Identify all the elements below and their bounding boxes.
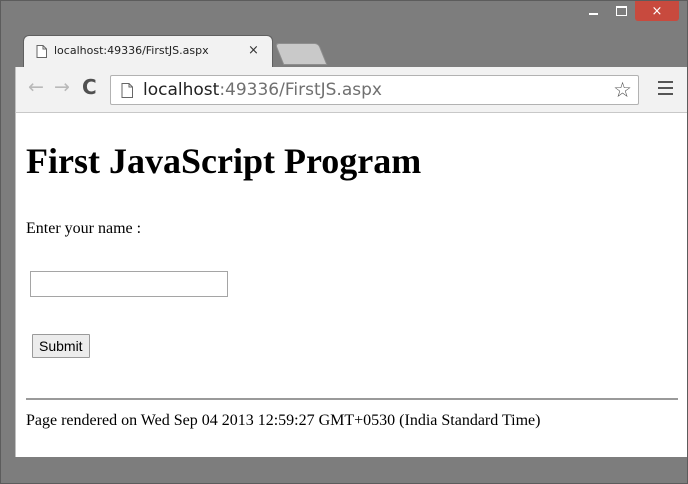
browser-window: × localhost:49336/FirstJS.aspx × ← → C l… bbox=[0, 0, 688, 484]
hamburger-menu-icon[interactable] bbox=[658, 81, 673, 95]
reload-icon[interactable]: C bbox=[82, 76, 97, 98]
address-bar[interactable]: localhost:49336/FirstJS.aspx ☆ bbox=[110, 75, 639, 105]
divider bbox=[26, 398, 678, 400]
maximize-button[interactable] bbox=[607, 1, 635, 21]
bookmark-star-icon[interactable]: ☆ bbox=[613, 78, 632, 102]
close-window-button[interactable]: × bbox=[635, 1, 679, 21]
forward-arrow-icon[interactable]: → bbox=[54, 76, 70, 98]
page-title: First JavaScript Program bbox=[26, 141, 422, 181]
menu-bar bbox=[658, 87, 673, 89]
submit-button[interactable]: Submit bbox=[32, 334, 90, 358]
render-timestamp-text: Page rendered on Wed Sep 04 2013 12:59:2… bbox=[26, 412, 541, 429]
menu-bar bbox=[658, 93, 673, 95]
url-host: localhost bbox=[143, 80, 220, 100]
tab-title: localhost:49336/FirstJS.aspx bbox=[54, 44, 209, 57]
window-controls: × bbox=[579, 1, 679, 23]
url-text: localhost:49336/FirstJS.aspx bbox=[143, 80, 382, 100]
maximize-icon bbox=[615, 6, 627, 16]
name-prompt-label: Enter your name : bbox=[26, 220, 142, 237]
page-icon bbox=[36, 45, 47, 63]
name-input[interactable] bbox=[30, 271, 228, 297]
back-arrow-icon[interactable]: ← bbox=[28, 76, 44, 98]
tab-close-icon[interactable]: × bbox=[248, 43, 259, 58]
minimize-icon bbox=[588, 13, 598, 15]
new-tab-button[interactable] bbox=[274, 43, 328, 65]
minimize-button[interactable] bbox=[579, 1, 607, 21]
page-content: First JavaScript Program Enter your name… bbox=[15, 113, 687, 457]
tab-firstjs[interactable]: localhost:49336/FirstJS.aspx × bbox=[23, 35, 273, 67]
page-icon bbox=[121, 83, 133, 103]
close-icon: × bbox=[651, 3, 663, 19]
browser-toolbar: ← → C localhost:49336/FirstJS.aspx ☆ bbox=[15, 67, 687, 113]
menu-bar bbox=[658, 81, 673, 83]
url-path: :49336/FirstJS.aspx bbox=[219, 80, 382, 100]
